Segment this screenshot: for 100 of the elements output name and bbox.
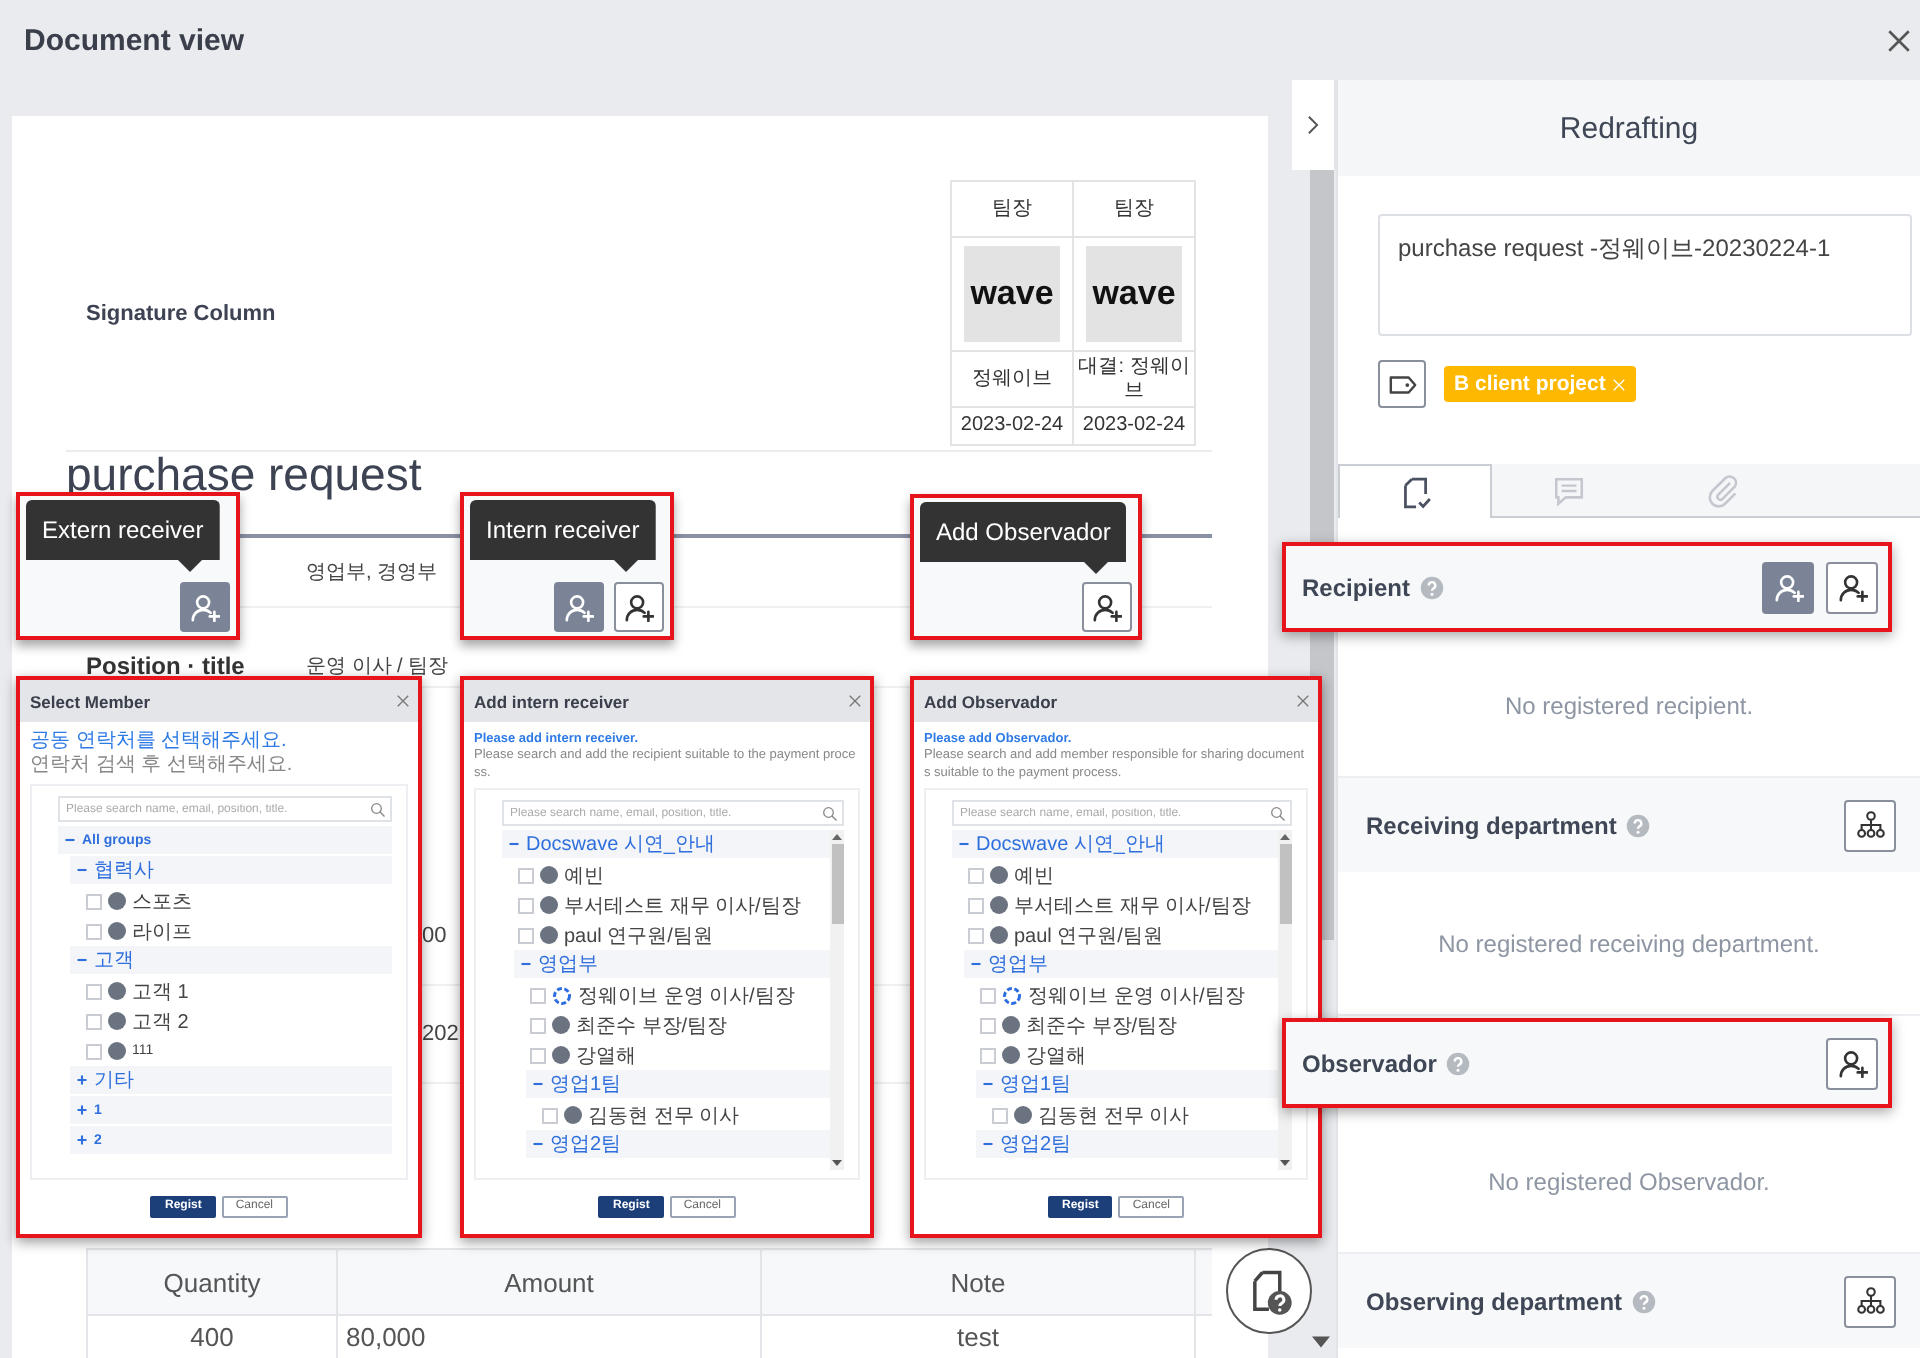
person-plus-icon — [1773, 572, 1803, 602]
member-name: 강열해 — [576, 1043, 636, 1069]
checkbox[interactable] — [968, 867, 984, 883]
table-cell: 202 — [422, 1022, 459, 1046]
checkbox[interactable] — [518, 927, 534, 943]
member-name: paul 연구원/팀원 — [564, 923, 713, 949]
add-person-button[interactable] — [1082, 582, 1132, 632]
group-row[interactable]: 고객 — [70, 946, 392, 974]
help-icon[interactable] — [1632, 1289, 1657, 1313]
empty-message: No registered Observador. — [1488, 1167, 1770, 1195]
member-name: 예빈 — [564, 863, 604, 889]
help-icon[interactable] — [1420, 575, 1445, 599]
group-row[interactable]: 영업2팀 — [526, 1130, 830, 1158]
checkbox[interactable] — [980, 987, 996, 1003]
column-header: Amount — [338, 1250, 762, 1314]
ring-logo-icon — [1002, 985, 1022, 1005]
close-icon[interactable] — [1886, 27, 1912, 53]
tag-button[interactable] — [1378, 360, 1426, 408]
approval-date: 2023-02-24 — [960, 414, 1064, 438]
group-row[interactable]: Docswave 시연_안내 — [502, 830, 830, 858]
tag-label: B client project — [1454, 372, 1606, 396]
field-value: 영업부, 경영부 — [306, 560, 438, 586]
help-icon[interactable] — [1626, 813, 1651, 837]
member-name: 고객 1 — [132, 979, 189, 1005]
search-icon[interactable] — [370, 801, 386, 817]
group-row[interactable]: 기타 — [70, 1066, 392, 1094]
checkbox[interactable] — [992, 1107, 1008, 1123]
scrollbar-thumb[interactable] — [831, 844, 843, 924]
dialog-title: Add intern receiver — [474, 691, 629, 711]
ring-logo-icon — [552, 985, 572, 1005]
close-icon[interactable] — [396, 694, 410, 708]
help-icon[interactable] — [1446, 1051, 1471, 1075]
group-row[interactable]: Docswave 시연_안내 — [952, 830, 1278, 858]
checkbox[interactable] — [968, 927, 984, 943]
table-cell: 400 — [88, 1316, 338, 1358]
column-header: Note — [762, 1250, 1196, 1314]
avatar-icon — [1014, 1106, 1032, 1124]
empty-message: No registered receiving department. — [1438, 929, 1820, 957]
checkbox[interactable] — [530, 987, 546, 1003]
search-icon[interactable] — [1270, 805, 1286, 821]
tab[interactable] — [1338, 464, 1492, 518]
group-row[interactable]: 영업부 — [964, 950, 1278, 978]
member-name: 김동현 전무 이사 — [1038, 1103, 1190, 1129]
group-row[interactable]: 영업1팀 — [526, 1070, 830, 1098]
document-check-icon — [1398, 475, 1432, 509]
member-name: 부서테스트 재무 이사/팀장 — [1014, 893, 1251, 919]
scroll-down-icon — [1280, 1160, 1290, 1166]
checkbox[interactable] — [86, 983, 102, 999]
section-title: Observing department — [1366, 1287, 1623, 1315]
member-name: 스포츠 — [132, 889, 192, 915]
person-plus-icon — [624, 592, 654, 622]
checkbox[interactable] — [980, 1047, 996, 1063]
add-person-button[interactable] — [1826, 1037, 1878, 1089]
field-label: Position · title — [86, 652, 245, 680]
chevron-right-icon — [1302, 114, 1324, 136]
scrollbar-thumb[interactable] — [1279, 844, 1291, 924]
checkbox[interactable] — [968, 897, 984, 913]
member-name: 정웨이브 운영 이사/팀장 — [1028, 983, 1245, 1009]
checkbox[interactable] — [86, 1043, 102, 1059]
scrollbar[interactable] — [830, 830, 844, 1170]
add-person-button[interactable] — [1826, 561, 1878, 613]
field-value: 운영 이사 / 팀장 — [306, 654, 449, 680]
collapse-button[interactable] — [1292, 80, 1336, 170]
org-chart-button[interactable] — [1844, 799, 1896, 851]
group-row[interactable]: 협력사 — [70, 856, 392, 884]
close-icon[interactable] — [1296, 694, 1310, 708]
checkbox[interactable] — [530, 1017, 546, 1033]
checkbox[interactable] — [518, 897, 534, 913]
group-row[interactable]: 영업1팀 — [976, 1070, 1278, 1098]
empty-message: No registered recipient. — [1504, 691, 1754, 719]
close-icon[interactable] — [848, 694, 862, 708]
tooltip: Add Observador — [920, 502, 1127, 574]
signature-label: Signature Column — [86, 301, 276, 325]
checkbox[interactable] — [86, 1013, 102, 1029]
remove-icon[interactable] — [1611, 377, 1626, 391]
table-cell: 80,000 — [338, 1316, 762, 1358]
scroll-down-icon — [832, 1160, 842, 1166]
org-chart-button[interactable] — [1844, 1275, 1896, 1327]
chat-icon — [1552, 473, 1586, 507]
member-name: 부서테스트 재무 이사/팀장 — [564, 893, 801, 919]
checkbox[interactable] — [86, 923, 102, 939]
subject-field[interactable]: purchase request -정웨이브-20230224-1 — [1378, 214, 1912, 336]
approval-role: 팀장 — [992, 197, 1032, 221]
scroll-down-icon[interactable] — [1312, 1336, 1330, 1348]
table-cell: test — [762, 1316, 1196, 1358]
checkbox[interactable] — [518, 867, 534, 883]
member-name: 최준수 부장/팀장 — [1026, 1013, 1178, 1039]
checkbox[interactable] — [530, 1047, 546, 1063]
section-title: Observador — [1302, 1049, 1437, 1077]
signature-stamp: wave — [1086, 246, 1182, 342]
section-title: Recipient — [1302, 573, 1411, 601]
group-row[interactable]: 영업부 — [514, 950, 830, 978]
checkbox[interactable] — [980, 1017, 996, 1033]
approval-role: 팀장 — [1114, 197, 1154, 221]
group-row[interactable]: 영업2팀 — [976, 1130, 1278, 1158]
checkbox[interactable] — [86, 893, 102, 909]
dialog-title: Select Member — [30, 691, 150, 711]
add-person-button[interactable] — [614, 582, 664, 632]
search-icon[interactable] — [822, 805, 838, 821]
checkbox[interactable] — [542, 1107, 558, 1123]
